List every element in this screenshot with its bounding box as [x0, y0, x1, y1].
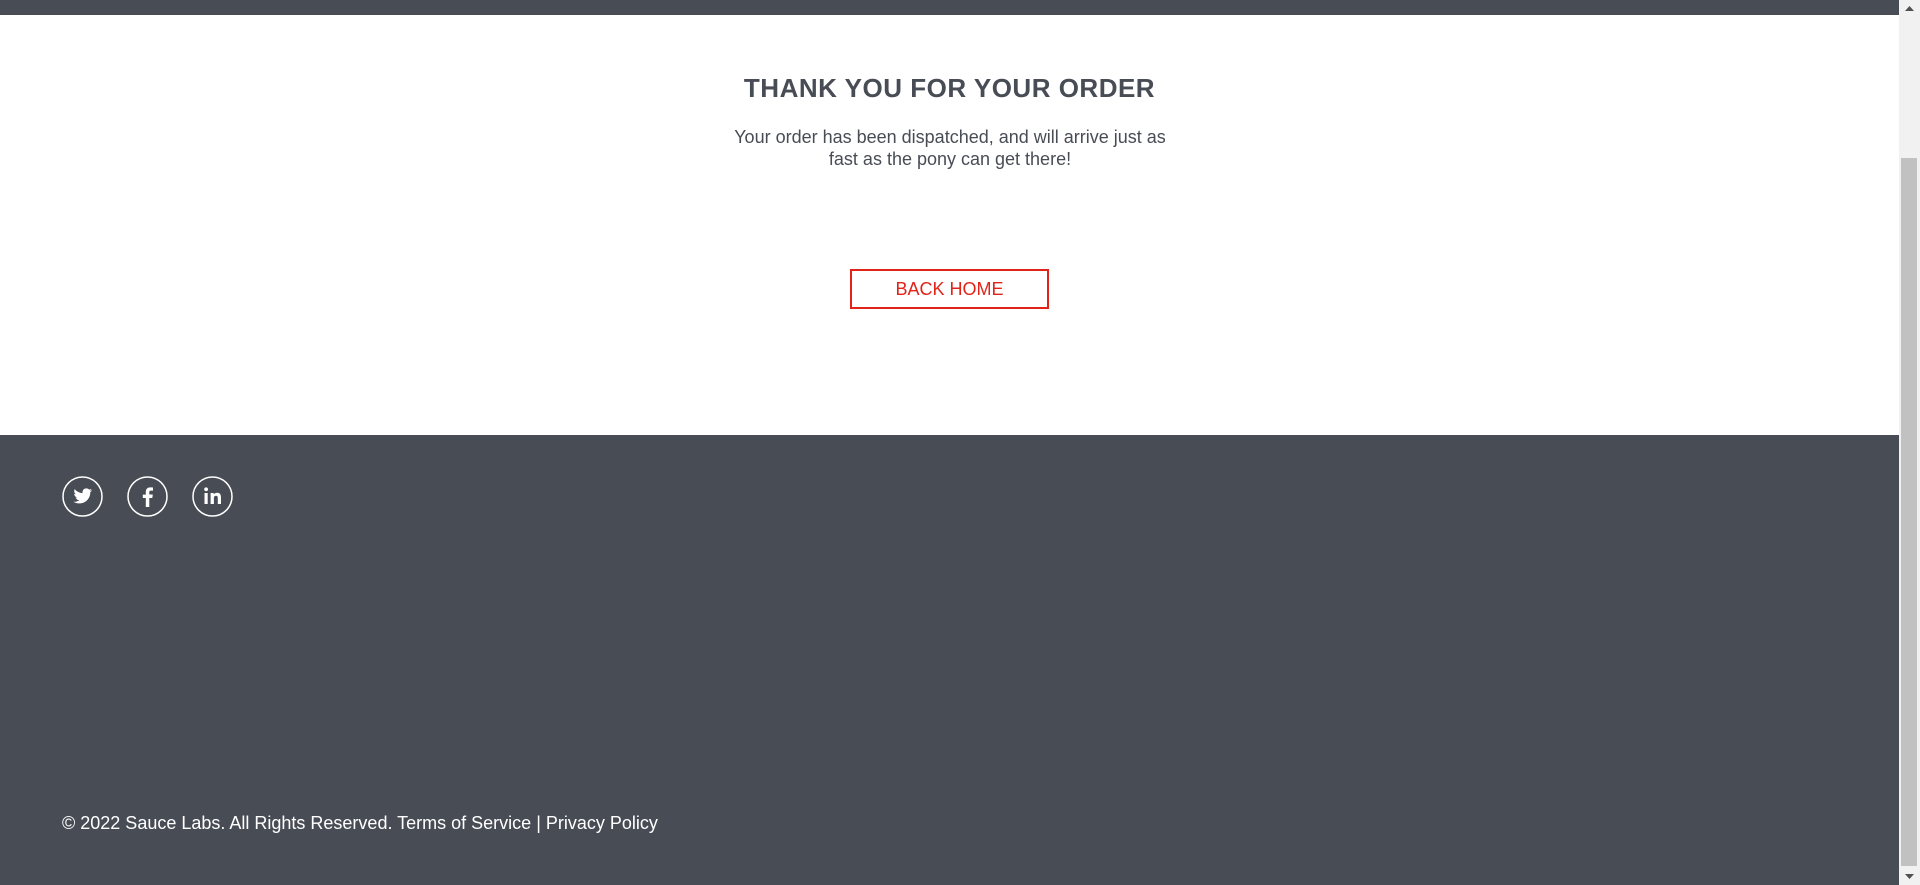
footer: © 2022 Sauce Labs. All Rights Reserved. …: [0, 435, 1899, 885]
complete-text: Your order has been dispatched, and will…: [734, 127, 1166, 169]
page-content: THANK YOU FOR YOUR ORDER Your order has …: [0, 0, 1899, 885]
scroll-up-arrow-icon[interactable]: [1899, 0, 1920, 17]
vertical-scrollbar[interactable]: [1899, 0, 1920, 885]
scroll-thumb[interactable]: [1901, 158, 1917, 866]
twitter-icon[interactable]: [62, 476, 103, 517]
complete-header: THANK YOU FOR YOUR ORDER: [743, 73, 1156, 103]
checkout-complete-container: THANK YOU FOR YOUR ORDER Your order has …: [0, 15, 1899, 435]
linkedin-icon[interactable]: [192, 476, 233, 517]
privacy-policy-link[interactable]: Privacy Policy: [546, 813, 658, 833]
terms-of-service-link[interactable]: Terms of Service: [397, 813, 531, 833]
facebook-icon[interactable]: [127, 476, 168, 517]
footer-copy: © 2022 Sauce Labs. All Rights Reserved. …: [62, 813, 658, 834]
scroll-down-arrow-icon[interactable]: [1899, 868, 1920, 885]
checkout-complete-page: THANK YOU FOR YOUR ORDER Your order has …: [0, 0, 1920, 885]
header-bar: [0, 0, 1899, 15]
copyright-text: © 2022 Sauce Labs. All Rights Reserved.: [62, 813, 393, 833]
footer-separator: |: [536, 813, 541, 833]
back-home-button[interactable]: BACK HOME: [850, 269, 1049, 309]
